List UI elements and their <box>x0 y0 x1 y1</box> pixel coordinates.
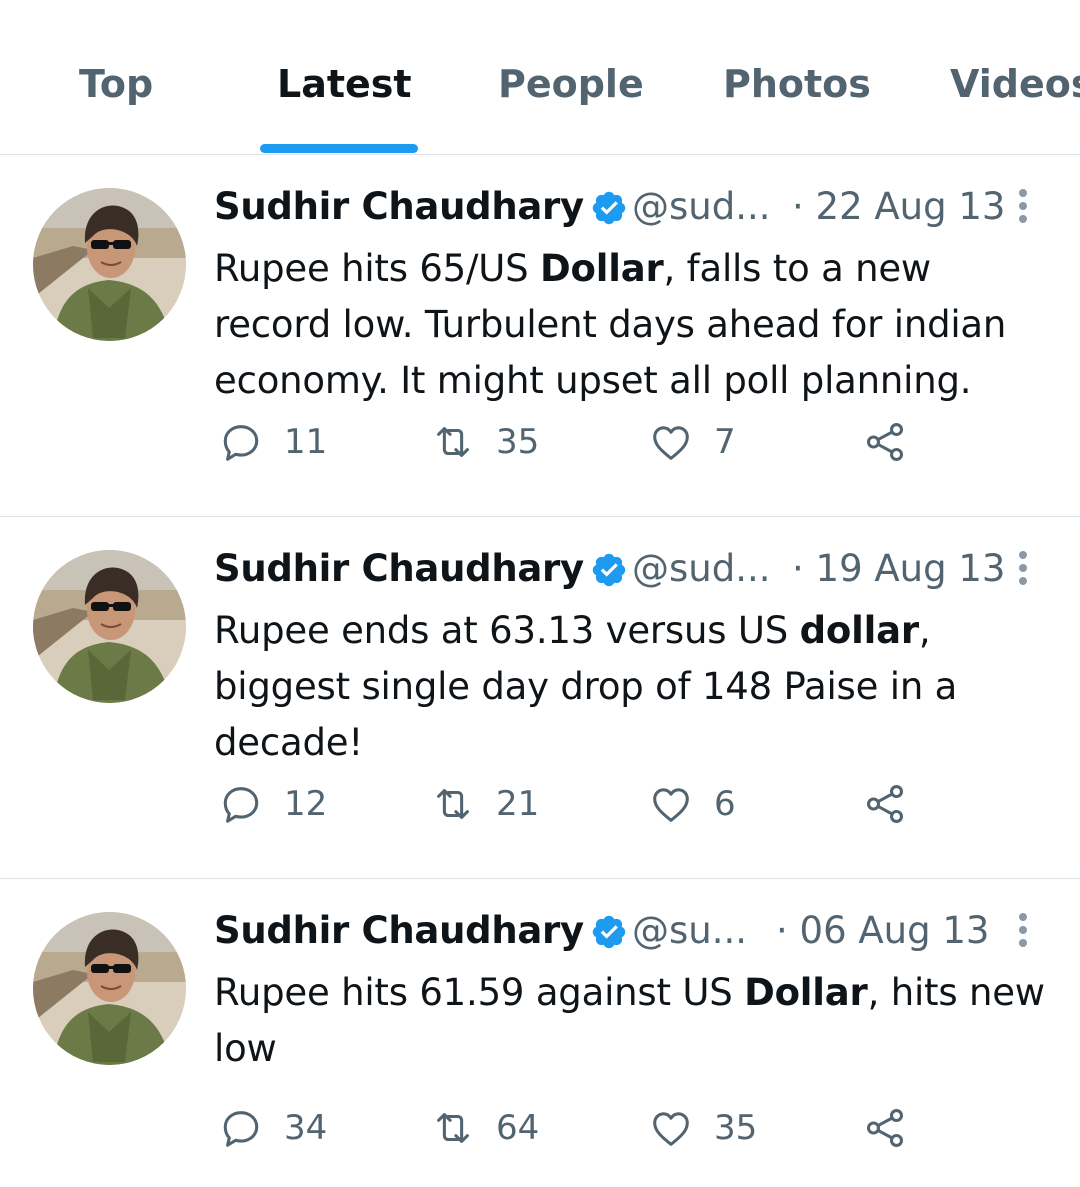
share-button[interactable] <box>862 1103 908 1153</box>
like-button[interactable]: 7 <box>648 417 736 467</box>
reply-button[interactable]: 12 <box>218 779 327 829</box>
tweet-date[interactable]: · 06 Aug 13 <box>776 909 989 952</box>
tweet-text: Rupee ends at 63.13 versus US dollar, bi… <box>214 609 958 764</box>
tweet-date[interactable]: · 19 Aug 13 <box>792 547 1005 590</box>
author-name[interactable]: Sudhir Chaudhary <box>214 185 584 228</box>
avatar[interactable] <box>33 550 186 703</box>
share-icon <box>866 423 904 461</box>
tab-videos[interactable]: Videos <box>950 62 1080 116</box>
retweet-count: 35 <box>496 422 540 462</box>
more-options-icon[interactable] <box>1008 913 1038 953</box>
retweet-icon <box>437 1113 469 1143</box>
avatar[interactable] <box>33 912 186 1065</box>
retweet-count: 64 <box>496 1108 540 1148</box>
avatar[interactable] <box>33 188 186 341</box>
retweet-button[interactable]: 64 <box>430 1103 539 1153</box>
heart-icon <box>653 426 689 460</box>
heart-icon <box>653 1112 689 1146</box>
like-count: 6 <box>714 784 736 824</box>
like-count: 7 <box>714 422 736 462</box>
share-button[interactable] <box>862 779 908 829</box>
tab-latest[interactable]: Latest <box>277 62 412 116</box>
tweet-header: Sudhir Chaudhary @su... · 06 Aug 13 <box>214 909 1004 957</box>
share-icon <box>866 785 904 823</box>
share-button[interactable] <box>862 417 908 467</box>
like-button[interactable]: 6 <box>648 779 736 829</box>
retweet-icon <box>437 789 469 819</box>
reply-count: 34 <box>284 1108 328 1148</box>
tweet-header: Sudhir Chaudhary @sud... · 19 Aug 13 <box>214 547 1005 595</box>
tweet[interactable]: Sudhir Chaudhary @su... · 06 Aug 13 Rupe… <box>0 879 1080 1187</box>
tweet-date[interactable]: · 22 Aug 13 <box>792 185 1005 228</box>
share-icon <box>866 1109 904 1147</box>
like-button[interactable]: 35 <box>648 1103 757 1153</box>
author-handle[interactable]: @su... <box>632 909 747 952</box>
tab-photos[interactable]: Photos <box>723 62 871 116</box>
reply-icon <box>223 1111 259 1147</box>
tweet-text: Rupee hits 61.59 against US Dollar, hits… <box>214 971 1045 1070</box>
reply-icon <box>223 787 259 823</box>
reply-button[interactable]: 34 <box>218 1103 327 1153</box>
tab-top[interactable]: Top <box>79 62 153 116</box>
retweet-icon <box>437 427 469 457</box>
author-name[interactable]: Sudhir Chaudhary <box>214 547 584 590</box>
verified-badge-icon <box>592 915 626 949</box>
verified-badge-icon <box>592 191 626 225</box>
tab-people[interactable]: People <box>498 62 644 116</box>
tweet-header: Sudhir Chaudhary @sud... · 22 Aug 13 <box>214 185 1005 233</box>
more-options-icon[interactable] <box>1008 189 1038 229</box>
reply-button[interactable]: 11 <box>218 417 327 467</box>
retweet-count: 21 <box>496 784 540 824</box>
tweet-text: Rupee hits 65/US Dollar, falls to a new … <box>214 247 1007 402</box>
reply-count: 11 <box>284 422 328 462</box>
author-name[interactable]: Sudhir Chaudhary <box>214 909 584 952</box>
retweet-button[interactable]: 35 <box>430 417 539 467</box>
like-count: 35 <box>714 1108 758 1148</box>
more-options-icon[interactable] <box>1008 551 1038 591</box>
author-handle[interactable]: @sud... <box>632 185 771 228</box>
heart-icon <box>653 788 689 822</box>
reply-icon <box>223 425 259 461</box>
search-tabs: Top Latest People Photos Videos <box>0 0 1080 155</box>
tweet[interactable]: Sudhir Chaudhary @sud... · 22 Aug 13 Rup… <box>0 155 1080 517</box>
reply-count: 12 <box>284 784 328 824</box>
tweet[interactable]: Sudhir Chaudhary @sud... · 19 Aug 13 Rup… <box>0 517 1080 879</box>
active-tab-indicator <box>260 144 418 153</box>
author-handle[interactable]: @sud... <box>632 547 771 590</box>
retweet-button[interactable]: 21 <box>430 779 539 829</box>
verified-badge-icon <box>592 553 626 587</box>
